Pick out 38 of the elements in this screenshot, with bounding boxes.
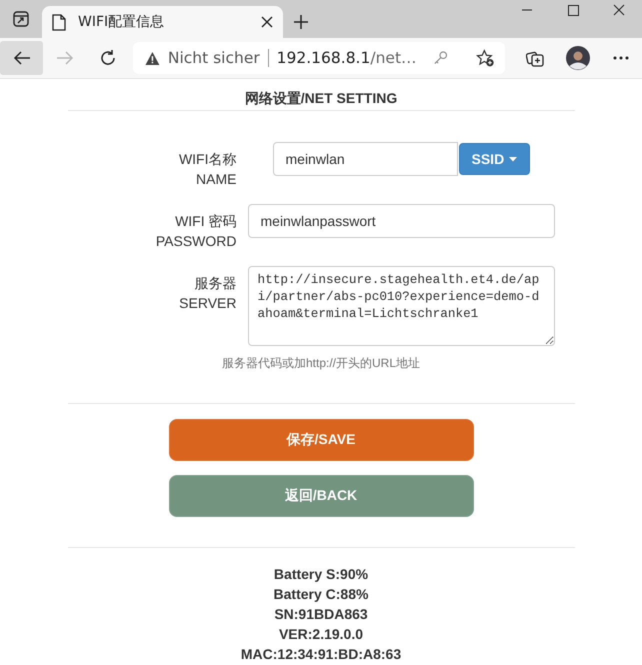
reload-icon <box>98 49 116 67</box>
server-field[interactable]: http://insecure.stagehealth.et4.de/api/partner/abs-pc010?experience=demo-dahoam&terminal=Lichtschranke1 <box>248 266 554 346</box>
avatar-icon <box>566 46 590 70</box>
password-field[interactable]: meinwlanpasswort <box>248 204 554 238</box>
device-info-line: Battery S:90% <box>274 565 368 584</box>
help-text: 服务器代码或加http://开头的URL地址 <box>220 356 422 370</box>
tab-actions-icon[interactable] <box>13 11 29 27</box>
page-icon <box>52 14 66 30</box>
ssid-dropdown-button[interactable]: SSID <box>458 143 530 175</box>
field-label: PASSWORD <box>154 232 236 251</box>
close-tab-icon[interactable] <box>261 16 273 28</box>
field-label: WIFI 密码 <box>174 212 236 231</box>
device-info-line: Battery C:88% <box>274 585 368 604</box>
caret-icon <box>509 156 518 162</box>
more-icon <box>612 56 628 60</box>
favorite-add-icon[interactable] <box>476 48 495 68</box>
forward-arrow-icon <box>56 50 74 66</box>
security-label: Nicht sicher <box>168 49 260 67</box>
device-info-line: SN:91BDA863 <box>274 605 368 624</box>
tab-title: WIFI配置信息 <box>78 13 166 31</box>
save-button[interactable]: 保存/SAVE <box>168 419 474 461</box>
key-icon[interactable] <box>432 50 448 66</box>
url-text: 192.168.8.1/net… <box>276 49 417 67</box>
collections-icon <box>526 49 544 67</box>
field-label: 服务器 <box>194 274 236 293</box>
wifi-name-field[interactable]: meinwlan <box>272 142 458 176</box>
field-label: SERVER <box>178 294 236 313</box>
field-label: WIFI名称 <box>178 150 236 169</box>
back-arrow-icon <box>12 50 30 66</box>
device-info-line: VER:2.19.0.0 <box>278 625 364 644</box>
field-label: NAME <box>195 170 236 189</box>
back-button[interactable] <box>0 41 43 75</box>
new-tab-icon[interactable] <box>293 14 309 30</box>
address-bar[interactable]: Nicht sicher 192.168.8.1/net… <box>133 42 505 74</box>
browser-tab[interactable]: WIFI配置信息 <box>42 6 283 38</box>
device-info-line: MAC:12:34:91:BD:A8:63 <box>240 645 402 664</box>
page-heading: 网络设置/NET SETTING <box>244 90 398 108</box>
warning-icon <box>145 50 160 66</box>
